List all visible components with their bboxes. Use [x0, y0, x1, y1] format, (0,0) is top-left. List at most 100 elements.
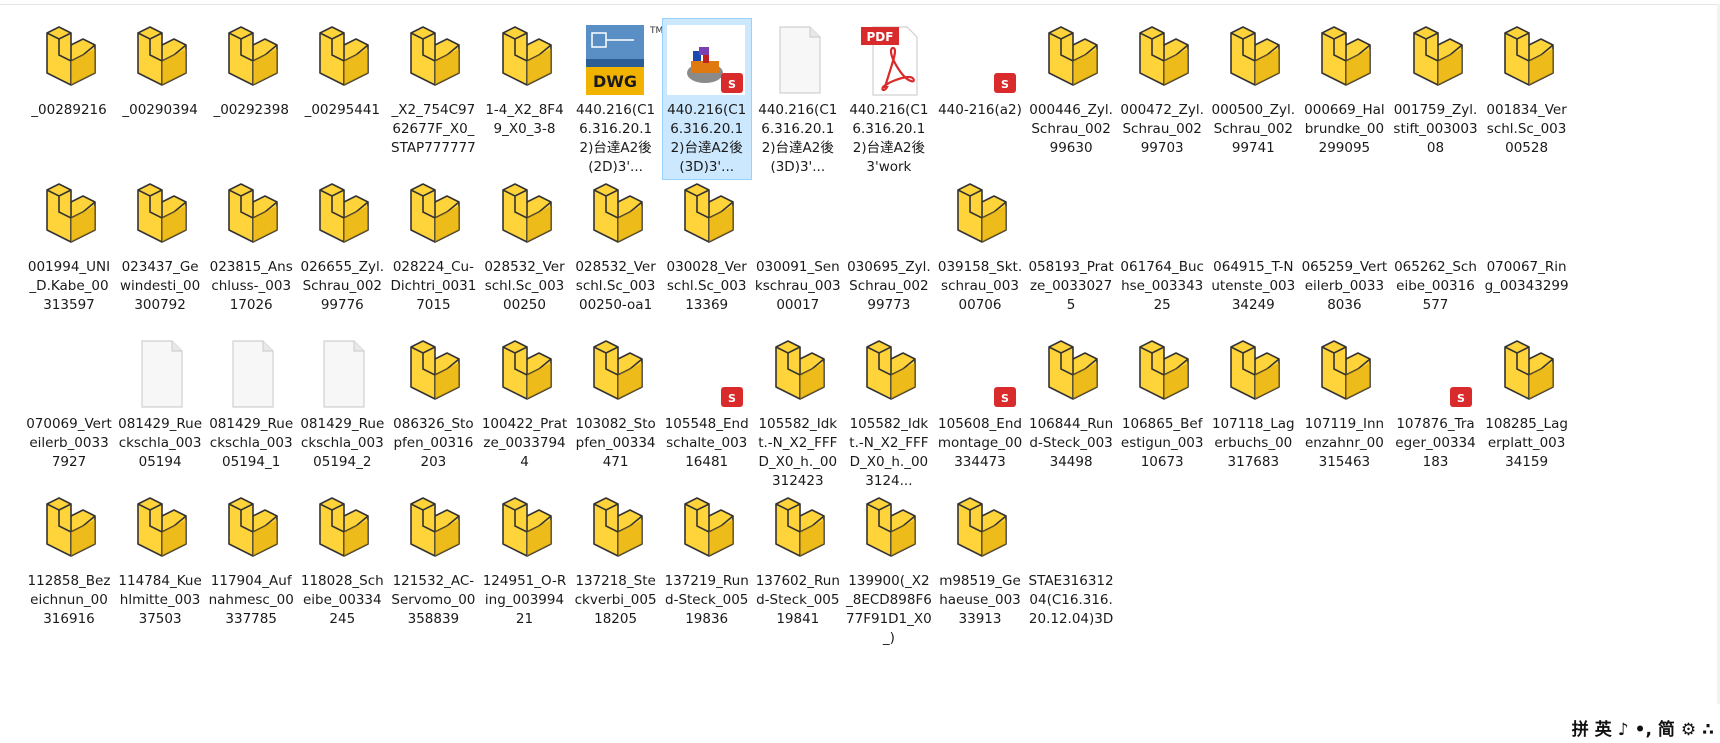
svg-text:TM: TM [649, 26, 662, 36]
svg-text:S: S [728, 78, 736, 91]
file-item[interactable]: 070067_Ring_00343299 [1482, 175, 1572, 299]
ime-settings-icon[interactable]: ⚙ [1681, 717, 1696, 743]
file-item[interactable]: 001834_Verschl.Sc_00300528 [1482, 18, 1572, 161]
file-item[interactable]: 137602_Rund-Steck_00519841 [753, 489, 843, 632]
file-name-label: 061764_Buchse_00334325 [1120, 259, 1204, 313]
file-item[interactable]: _00292398 [206, 18, 296, 123]
file-name-label: 028224_Cu-Dichtri_00317015 [390, 259, 477, 313]
file-item[interactable]: 124951_O-Ring_00399421 [480, 489, 570, 632]
file-name-label: 105608_Endmontage_00334473 [937, 416, 1023, 470]
file-item[interactable]: 117904_Aufnahmesc_00337785 [206, 489, 296, 632]
file-item[interactable]: 103082_Stopfen_00334471 [571, 332, 661, 475]
file-item[interactable]: 1-4_X2_8F49_X0_3-8 [480, 18, 570, 142]
file-item[interactable]: 070069_Verteilerb_00337927 [24, 332, 114, 475]
file-item[interactable]: _X2_754C9762677F_X0_STAP777777 [388, 18, 478, 161]
ime-english-icon[interactable]: 英 [1595, 717, 1612, 743]
file-name-label: 137219_Rund-Steck_00519836 [664, 573, 749, 627]
empty-thumbnail [25, 335, 115, 415]
file-item[interactable]: 001759_Zyl.stift_00300308 [1391, 18, 1481, 161]
file-item[interactable]: 065262_Scheibe_00316577 [1391, 175, 1481, 318]
file-name-label: 124951_O-Ring_00399421 [482, 573, 567, 627]
file-item[interactable]: S 105548_Endschalte_00316481 [662, 332, 752, 475]
file-item[interactable]: 139900(_X2_8ECD898F677F91D1_X0_) [844, 489, 934, 651]
file-name-label: 030091_Senkschrau_00300017 [754, 259, 841, 313]
file-name-label: 023437_Gewindesti_00300792 [119, 259, 201, 313]
file-name-label: 1-4_X2_8F49_X0_3-8 [485, 102, 564, 137]
file-item[interactable]: 106865_Befestigun_00310673 [1117, 332, 1207, 475]
file-item[interactable]: S 440.216(C16.316.20.12)台達A2後(3D)3'... [661, 18, 752, 180]
file-item[interactable]: 001994_UNI_D.Kabe_00313597 [24, 175, 114, 318]
file-item[interactable]: 065259_Verteilerb_00338036 [1299, 175, 1389, 318]
file-item[interactable]: 107119_Innenzahnr_00315463 [1299, 332, 1389, 475]
part-icon [572, 492, 662, 572]
file-item[interactable]: 440.216(C16.316.20.12)台達A2後(3D)3'... [753, 18, 843, 180]
file-item[interactable]: 086326_Stopfen_00316203 [388, 332, 478, 475]
file-item[interactable]: 100422_Pratze_00337944 [480, 332, 570, 475]
file-item[interactable]: 108285_Lagerplatt_00334159 [1482, 332, 1572, 475]
ime-simplified-icon[interactable]: 简 [1658, 717, 1675, 743]
file-item[interactable]: 039158_Skt.schrau_00300706 [935, 175, 1025, 318]
file-item[interactable]: 061764_Buchse_00334325 [1117, 175, 1207, 318]
file-item[interactable]: 114784_Kuehlmitte_00337503 [115, 489, 205, 632]
file-item[interactable]: 030091_Senkschrau_00300017 [753, 175, 843, 318]
file-name-label: 070069_Verteilerb_00337927 [26, 416, 112, 470]
file-item[interactable]: 028224_Cu-Dichtri_00317015 [388, 175, 478, 318]
part-icon [389, 21, 479, 101]
file-item[interactable]: 000446_Zyl.Schrau_00299630 [1026, 18, 1116, 161]
file-name-label: 039158_Skt.schrau_00300706 [937, 259, 1023, 313]
file-item[interactable]: 058193_Pratze_00330275 [1026, 175, 1116, 318]
file-item[interactable]: 106844_Rund-Steck_00334498 [1026, 332, 1116, 475]
file-item[interactable]: 137218_Steckverbi_00518205 [571, 489, 661, 632]
file-item[interactable]: 081429_Rueckschla_00305194_2 [297, 332, 387, 475]
part-icon [663, 492, 753, 572]
file-item[interactable]: 026655_Zyl.Schrau_00299776 [297, 175, 387, 318]
file-item[interactable]: m98519_Gehaeuse_00333913 [935, 489, 1025, 632]
file-item[interactable]: 137219_Rund-Steck_00519836 [662, 489, 752, 632]
file-item[interactable]: 081429_Rueckschla_00305194_1 [206, 332, 296, 475]
file-item[interactable]: S 440-216(a2) [935, 18, 1025, 123]
file-item[interactable]: 107118_Lagerbuchs_00317683 [1208, 332, 1298, 475]
file-item[interactable]: 030695_Zyl.Schrau_00299773 [844, 175, 934, 318]
ime-punctuation-icon[interactable]: •, [1635, 717, 1652, 743]
file-item[interactable]: 081429_Rueckschla_00305194 [115, 332, 205, 475]
part-icon [389, 492, 479, 572]
file-item[interactable]: 000669_Halbrundke_00299095 [1299, 18, 1389, 161]
file-item[interactable]: 000472_Zyl.Schrau_00299703 [1117, 18, 1207, 161]
file-item[interactable]: _00290394 [115, 18, 205, 123]
file-item[interactable]: 023815_Anschluss-_00317026 [206, 175, 296, 318]
part-icon [1483, 335, 1573, 415]
file-item[interactable]: 064915_T-Nutenste_00334249 [1208, 175, 1298, 318]
file-item[interactable]: 000500_Zyl.Schrau_00299741 [1208, 18, 1298, 161]
file-item[interactable]: 105582_Idkt.-N_X2_FFFD_X0_h._00312423 [753, 332, 843, 494]
file-item[interactable]: PDF 440.216(C16.316.20.12)台達A2後3'work [844, 18, 934, 180]
file-item[interactable]: 112858_Bezeichnun_00316916 [24, 489, 114, 632]
file-item[interactable]: S 105608_Endmontage_00334473 [935, 332, 1025, 475]
file-name-label: 028532_Verschl.Sc_00300250 [484, 259, 565, 313]
file-name-label: 112858_Bezeichnun_00316916 [27, 573, 111, 627]
file-item[interactable]: DWG TM 440.216(C16.316.20.12)台達A2後(2D)3'… [571, 18, 662, 180]
file-item[interactable]: 028532_Verschl.Sc_00300250 [480, 175, 570, 318]
file-name-label: 121532_AC-Servomo_00358839 [391, 573, 476, 627]
ime-pinyin-icon[interactable]: 拼 [1572, 717, 1589, 743]
file-item[interactable]: 121532_AC-Servomo_00358839 [388, 489, 478, 632]
file-name-label: _00290394 [122, 102, 198, 118]
part-icon [1209, 335, 1299, 415]
file-name-label: _00289216 [31, 102, 107, 118]
file-item[interactable]: STAE31631204(C16.316.20.12.04)3D [1026, 489, 1116, 632]
file-item[interactable]: 028532_Verschl.Sc_00300250-oa1 [571, 175, 661, 318]
svg-text:S: S [728, 392, 736, 405]
file-item[interactable]: 030028_Verschl.Sc_00313369 [662, 175, 752, 318]
part-icon [116, 21, 206, 101]
empty-thumbnail [1027, 492, 1117, 572]
part-icon [1027, 21, 1117, 101]
ime-music-icon[interactable]: ♪ [1618, 717, 1629, 743]
ime-more-icon[interactable]: ∴ [1702, 717, 1714, 743]
file-item[interactable]: S 107876_Traeger_00334183 [1391, 332, 1481, 475]
file-name-label: 440.216(C16.316.20.12)台達A2後(3D)3'... [758, 102, 838, 175]
file-item[interactable]: _00295441 [297, 18, 387, 123]
file-item[interactable]: 118028_Scheibe_00334245 [297, 489, 387, 632]
file-item[interactable]: 023437_Gewindesti_00300792 [115, 175, 205, 318]
file-item[interactable]: _00289216 [24, 18, 114, 123]
file-item[interactable]: 105582_Idkt.-N_X2_FFFD_X0_h._003124... [844, 332, 934, 494]
file-name-label: 070067_Ring_00343299 [1484, 259, 1569, 294]
